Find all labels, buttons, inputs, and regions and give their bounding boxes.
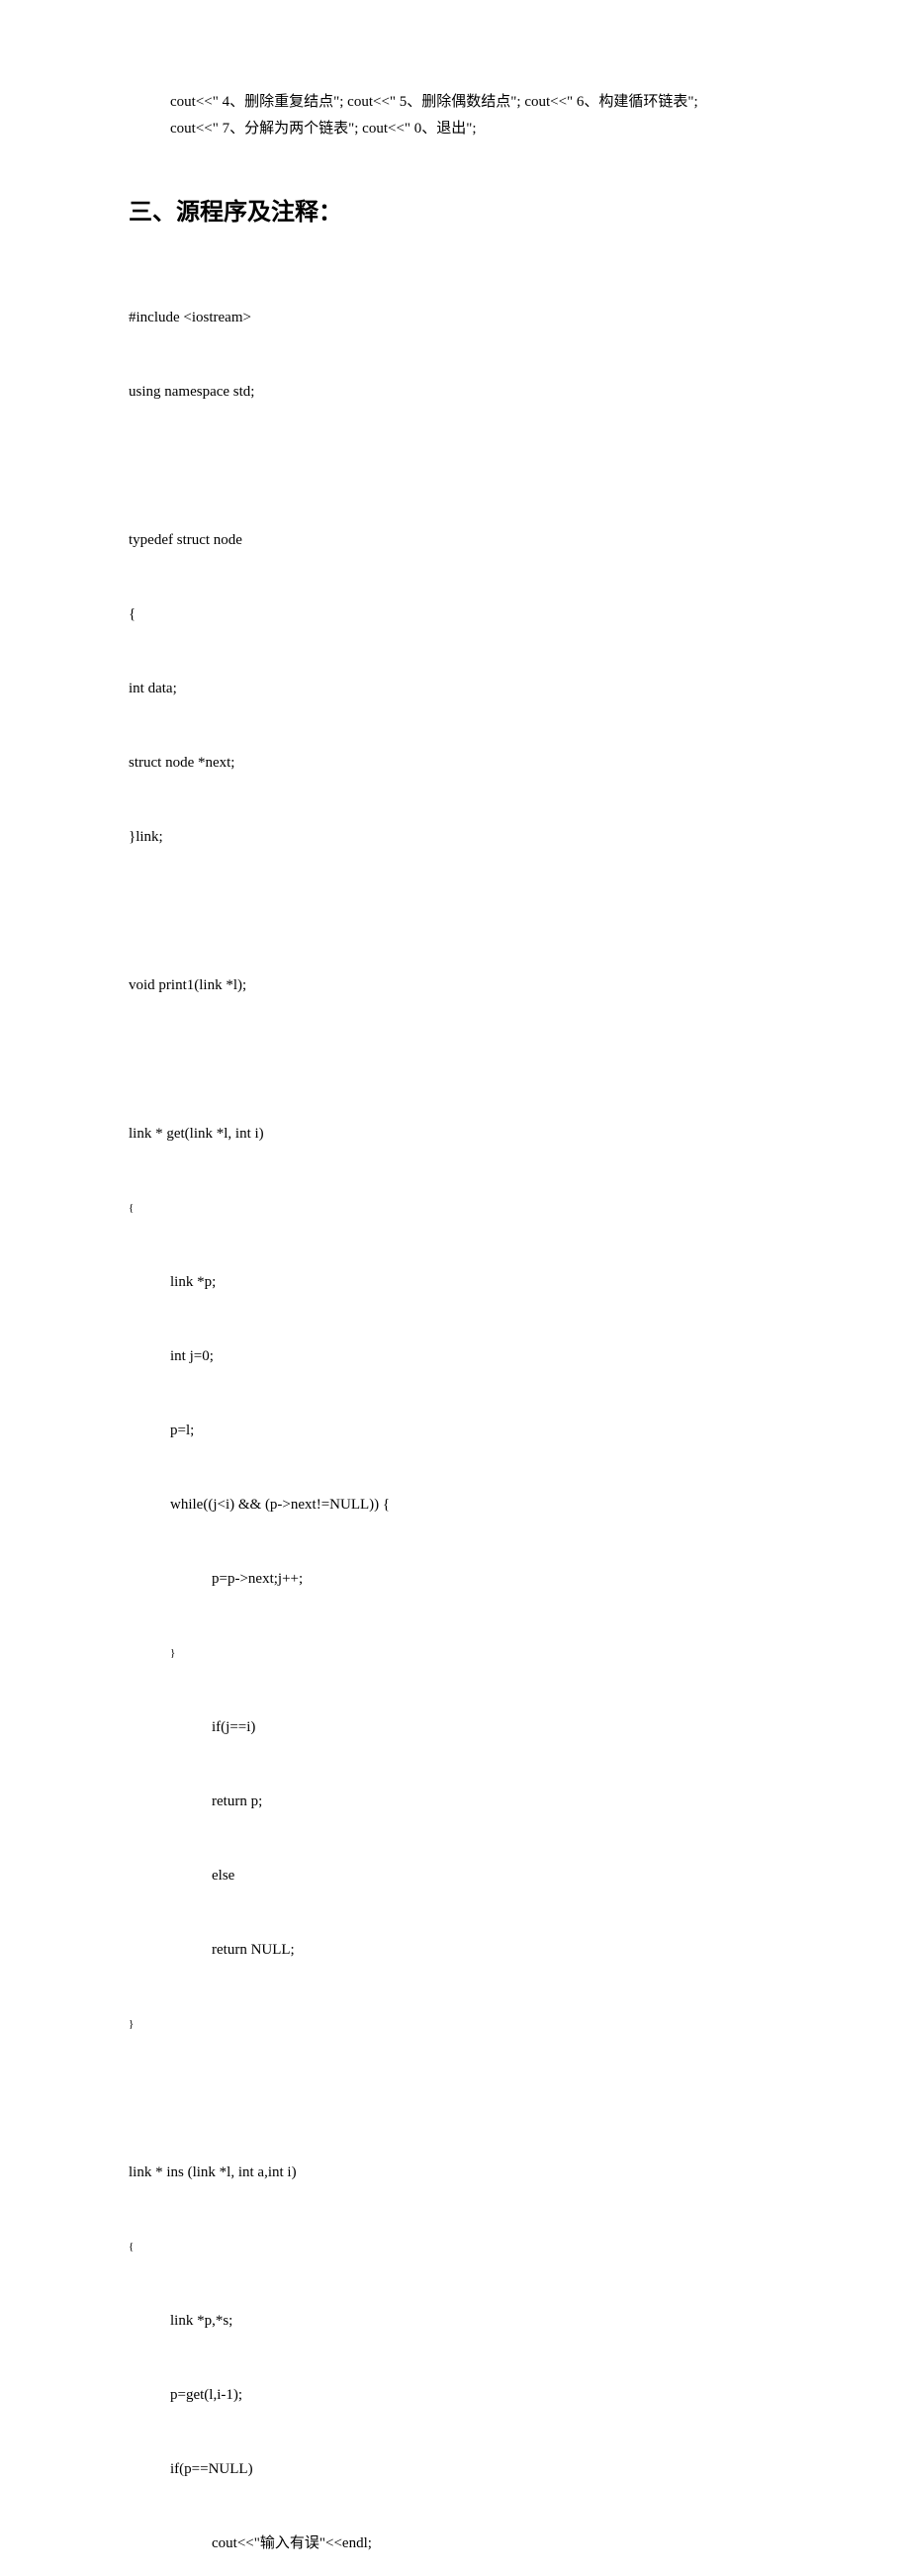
code-line: p=l; — [129, 1419, 781, 1443]
code-line: while((j<i) && (p->next!=NULL)) { — [129, 1493, 781, 1518]
code-line: void print1(link *l); — [129, 973, 781, 998]
code-line: struct node *next; — [129, 751, 781, 776]
code-line: if(j==i) — [129, 1715, 781, 1740]
code-text: } — [129, 1641, 175, 1666]
section-heading: 三、源程序及注释： — [129, 192, 781, 227]
code-text: cout<<"输入有误"<<endl; — [129, 2531, 372, 2556]
code-text: link *p,*s; — [129, 2309, 232, 2334]
code-line: link *p,*s; — [129, 2309, 781, 2334]
code-text: if(p==NULL) — [129, 2457, 253, 2482]
blank-line — [129, 2086, 781, 2111]
code-line: p=p->next;j++; — [129, 1567, 781, 1592]
code-line: int data; — [129, 677, 781, 701]
code-line: else — [129, 1864, 781, 1888]
code-text: return p; — [129, 1790, 262, 1814]
brace-open: { — [129, 2235, 781, 2259]
blank-line — [129, 454, 781, 479]
code-line: { — [129, 602, 781, 627]
top-line-2: cout<<" 7、分解为两个链表"; cout<<" 0、退出"; — [170, 116, 781, 142]
code-line: link * get(link *l, int i) — [129, 1122, 781, 1147]
code-line: p=get(l,i-1); — [129, 2383, 781, 2408]
top-code-fragment: cout<<" 4、删除重复结点"; cout<<" 5、删除偶数结点"; co… — [129, 89, 781, 142]
code-text: return NULL; — [129, 1938, 295, 1963]
code-text: p=p->next;j++; — [129, 1567, 303, 1592]
code-line: link *p; — [129, 1270, 781, 1295]
code-line: using namespace std; — [129, 380, 781, 405]
brace-close: } — [129, 2012, 781, 2037]
code-line: if(p==NULL) — [129, 2457, 781, 2482]
code-line: cout<<"输入有误"<<endl; — [129, 2531, 781, 2556]
code-text: if(j==i) — [129, 1715, 255, 1740]
code-text: while((j<i) && (p->next!=NULL)) { — [129, 1493, 390, 1518]
code-line: }link; — [129, 825, 781, 850]
blank-line — [129, 1048, 781, 1072]
code-text: p=get(l,i-1); — [129, 2383, 242, 2408]
blank-line — [129, 899, 781, 924]
code-text: p=l; — [129, 1419, 194, 1443]
code-line: return p; — [129, 1790, 781, 1814]
brace-open: { — [129, 1196, 781, 1221]
code-line: typedef struct node — [129, 528, 781, 553]
code-line: return NULL; — [129, 1938, 781, 1963]
code-line: #include <iostream> — [129, 306, 781, 330]
code-line: int j=0; — [129, 1344, 781, 1369]
document-page: cout<<" 4、删除重复结点"; cout<<" 5、删除偶数结点"; co… — [0, 0, 910, 2576]
code-text: link *p; — [129, 1270, 216, 1295]
source-code-block: #include <iostream> using namespace std;… — [129, 256, 781, 2576]
brace-close: } — [129, 1641, 781, 1666]
code-text: int j=0; — [129, 1344, 214, 1369]
top-line-1: cout<<" 4、删除重复结点"; cout<<" 5、删除偶数结点"; co… — [170, 89, 781, 116]
code-line: link * ins (link *l, int a,int i) — [129, 2161, 781, 2185]
code-text: else — [129, 1864, 234, 1888]
